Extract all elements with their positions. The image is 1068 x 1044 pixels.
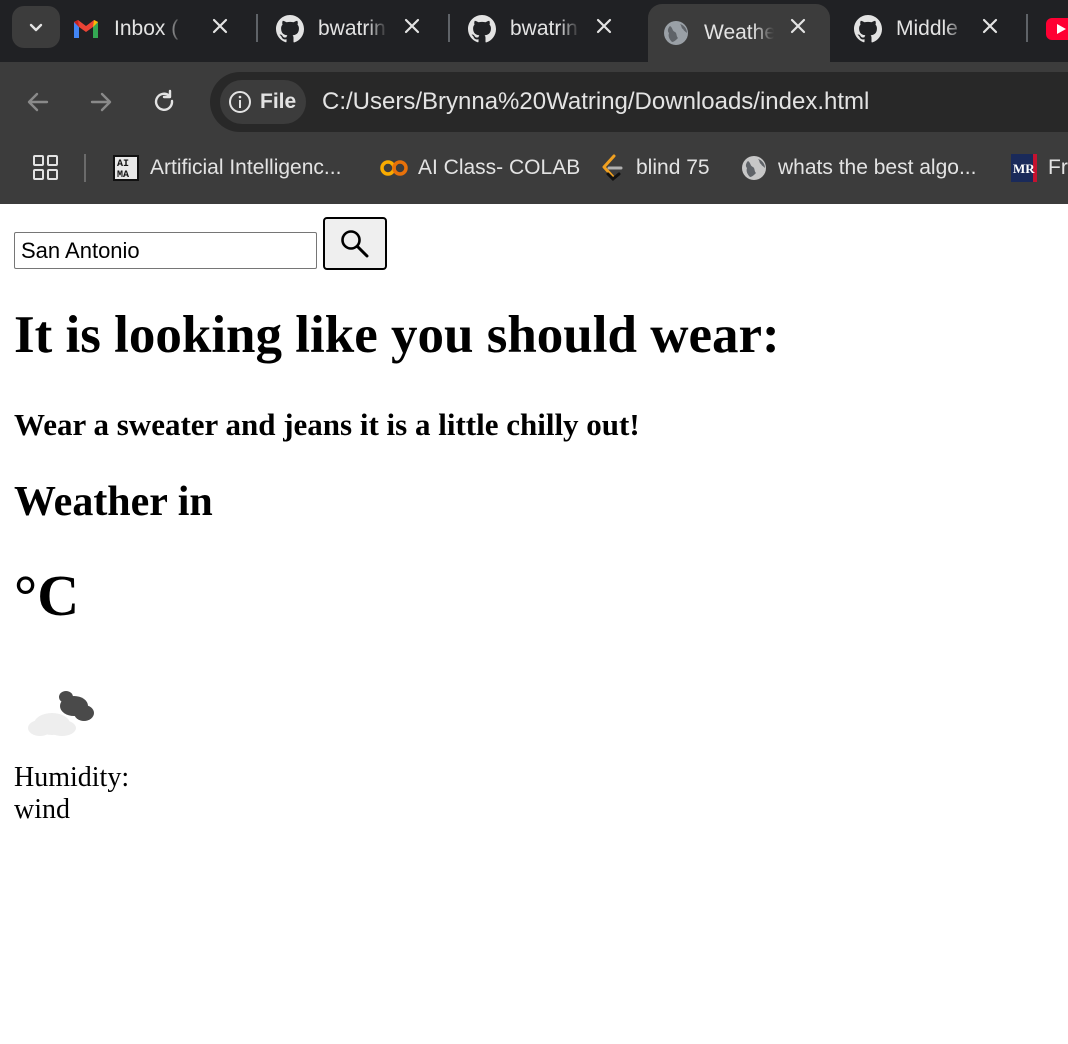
svg-text:MA: MA — [117, 170, 129, 181]
bookmark-label: AI Class- COLAB — [418, 156, 581, 179]
globe-icon — [740, 154, 768, 182]
svg-text:AI: AI — [117, 159, 129, 170]
apps-grid-icon[interactable] — [32, 154, 60, 182]
close-icon[interactable] — [208, 14, 232, 38]
close-icon[interactable] — [400, 14, 424, 38]
site-chip-label: File — [260, 90, 297, 113]
globe-icon — [662, 19, 690, 47]
bookmark-blind75[interactable]: blind 75 — [598, 152, 710, 184]
search-button[interactable] — [323, 217, 387, 270]
clothing-advice: Wear a sweater and jeans it is a little … — [14, 407, 640, 442]
tab-strip: Inbox ( bwatrin bwatrin Weathe Middle — [0, 0, 1068, 62]
tab-youtube[interactable] — [1046, 18, 1068, 40]
github-icon — [854, 15, 882, 43]
tab-search-button[interactable] — [12, 6, 60, 48]
tab-title: bwatrin — [318, 17, 386, 40]
tab-title: bwatrin — [510, 17, 578, 40]
arrow-left-icon — [27, 92, 49, 112]
advice-heading: It is looking like you should wear: — [14, 306, 780, 364]
bookmark-label: blind 75 — [636, 156, 710, 179]
svg-text:MR: MR — [1013, 161, 1035, 176]
colab-icon — [380, 154, 408, 182]
bookmark-label: whats the best algo... — [778, 156, 977, 179]
tab-title: Inbox ( — [114, 17, 179, 40]
tab-separator — [1026, 14, 1028, 42]
tab-separator — [448, 14, 450, 42]
reload-button[interactable] — [146, 84, 182, 120]
url-text[interactable]: C:/Users/Brynna%20Watring/Downloads/inde… — [322, 88, 869, 116]
tab-weather[interactable]: Weathe — [648, 4, 830, 62]
back-button[interactable] — [20, 84, 56, 120]
bookmark-label: Fr — [1048, 156, 1068, 179]
close-icon[interactable] — [786, 14, 810, 38]
site-info-chip[interactable]: File — [220, 80, 306, 124]
info-icon — [229, 91, 251, 113]
page-content: It is looking like you should wear: Wear… — [0, 204, 1068, 1044]
weather-city-heading: Weather in — [14, 479, 213, 525]
youtube-icon — [1046, 18, 1068, 40]
gmail-icon — [72, 15, 100, 43]
address-bar[interactable]: File C:/Users/Brynna%20Watring/Downloads… — [210, 72, 1068, 132]
tab-title: Weathe — [704, 21, 774, 44]
arrow-right-icon — [90, 92, 112, 112]
city-search-input[interactable] — [14, 232, 317, 269]
browser-toolbar: File C:/Users/Brynna%20Watring/Downloads… — [0, 62, 1068, 142]
github-icon — [468, 15, 496, 43]
github-icon — [276, 15, 304, 43]
bookmark-ai[interactable]: AI MA Artificial Intelligenc... — [112, 152, 341, 184]
temperature: °C — [14, 563, 80, 628]
tab-title: Middle — [896, 17, 958, 40]
mr-icon: MR — [1010, 154, 1038, 182]
tab-github-1[interactable]: bwatrin — [276, 4, 444, 54]
tab-middle[interactable]: Middle — [854, 4, 1022, 54]
bookmark-separator — [84, 154, 86, 182]
humidity-label: Humidity: — [14, 762, 130, 793]
bookmark-mr[interactable]: MR Fr — [1010, 152, 1068, 184]
tab-inbox[interactable]: Inbox ( — [72, 4, 252, 54]
cloud-night-icon — [28, 691, 94, 736]
tab-separator — [256, 14, 258, 42]
bookmarks-bar: AI MA Artificial Intelligenc... AI Class… — [0, 142, 1068, 204]
tab-github-2[interactable]: bwatrin — [468, 4, 636, 54]
reload-icon — [154, 89, 174, 111]
forward-button[interactable] — [83, 84, 119, 120]
bookmark-label: Artificial Intelligenc... — [150, 156, 342, 179]
bookmark-algo[interactable]: whats the best algo... — [740, 152, 976, 184]
wind-label: wind — [14, 794, 70, 825]
chevron-down-icon — [29, 23, 43, 32]
leetcode-icon — [598, 154, 626, 182]
aima-icon: AI MA — [112, 154, 140, 182]
close-icon[interactable] — [978, 14, 1002, 38]
close-icon[interactable] — [592, 14, 616, 38]
bookmark-colab[interactable]: AI Class- COLAB — [380, 152, 580, 184]
search-icon — [341, 229, 369, 257]
